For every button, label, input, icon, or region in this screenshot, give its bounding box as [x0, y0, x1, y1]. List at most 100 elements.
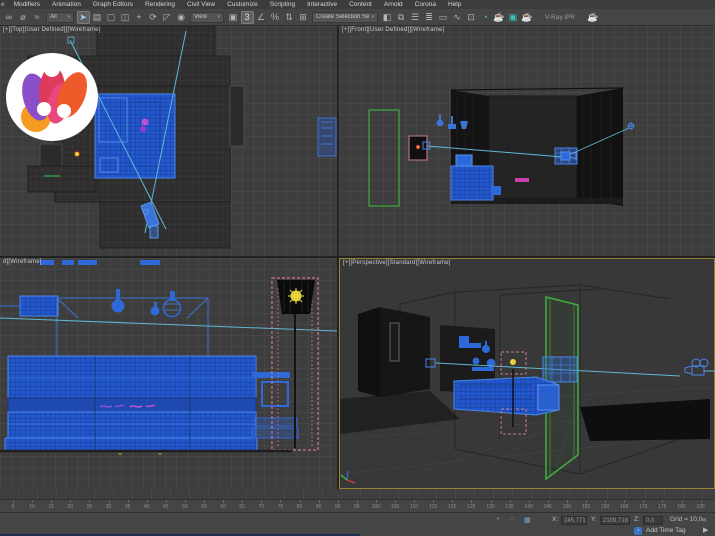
isolate-selection-icon[interactable]: + — [496, 516, 500, 523]
trackbar-tick[interactable]: 100 — [367, 501, 385, 510]
selection-lock-icon[interactable]: ○ — [510, 516, 514, 523]
named-selection-sets-dropdown[interactable]: Create Selection Se▾ — [312, 12, 378, 23]
trackbar-tick[interactable]: 45 — [157, 501, 175, 510]
selection-filter-dropdown[interactable]: All▾ — [46, 12, 74, 23]
snaps-toggle-icon[interactable]: 3 — [241, 11, 254, 24]
trackbar-tick[interactable]: 65 — [233, 501, 251, 510]
trackbar-tick[interactable]: 165 — [615, 501, 633, 510]
tv-screen-perspective[interactable] — [543, 357, 577, 382]
menu-modifiers[interactable]: Modifiers — [8, 0, 46, 9]
bottles-left-view[interactable] — [112, 289, 181, 317]
rectangular-selection-region-icon[interactable]: ▢ — [105, 11, 118, 24]
toggle-ribbon-icon[interactable]: ▭ — [437, 11, 450, 24]
time-slider[interactable] — [0, 489, 715, 500]
angle-snap-icon[interactable]: ∠ — [255, 11, 268, 24]
selected-bar-top-view[interactable] — [95, 94, 175, 178]
trackbar-tick[interactable]: 125 — [462, 501, 480, 510]
percent-snap-icon[interactable]: % — [269, 11, 282, 24]
reference-coordinate-dropdown[interactable]: View▾ — [190, 12, 224, 23]
trackbar-tick[interactable]: 120 — [443, 501, 461, 510]
bind-to-space-warp-icon[interactable]: ≈ — [31, 11, 44, 24]
vray-ipr-button[interactable]: V-Ray iPR — [540, 14, 580, 21]
select-and-move-icon[interactable]: + — [133, 11, 146, 24]
trackbar-tick[interactable]: 155 — [577, 501, 595, 510]
edit-named-selection-sets-icon[interactable]: ⊞ — [297, 11, 310, 24]
trackbar-tick[interactable]: 25 — [80, 501, 98, 510]
viewport-perspective[interactable]: [+][Perspective][Standard][Wireframe] — [339, 258, 715, 489]
trackbar-tick[interactable]: 110 — [405, 501, 423, 510]
trackbar-tick[interactable]: 75 — [271, 501, 289, 510]
trackbar-tick[interactable]: 105 — [386, 501, 404, 510]
trackbar-tick[interactable]: 10 — [23, 501, 41, 510]
trackbar-tick[interactable]: 85 — [310, 501, 328, 510]
trackbar-tick[interactable]: 5 — [4, 501, 22, 510]
trackbar-tick[interactable]: 15 — [42, 501, 60, 510]
camera-perspective[interactable] — [685, 359, 714, 375]
menu-scripting[interactable]: Scripting — [264, 0, 301, 9]
viewport-perspective-label[interactable]: [+][Perspective][Standard][Wireframe] — [343, 260, 451, 266]
trackbar-tick[interactable]: 115 — [424, 501, 442, 510]
trackbar-tick[interactable]: 160 — [596, 501, 614, 510]
trackbar-tick[interactable]: 140 — [520, 501, 538, 510]
trackbar-tick[interactable]: 180 — [673, 501, 691, 510]
trackbar-tick[interactable]: 50 — [176, 501, 194, 510]
select-and-scale-icon[interactable]: ◸ — [161, 11, 174, 24]
go-to-start-icon[interactable]: « — [702, 515, 706, 524]
light-portal-front[interactable] — [369, 110, 399, 206]
schematic-view-icon[interactable]: ⊡ — [465, 11, 478, 24]
spinner-snap-icon[interactable]: ⇅ — [283, 11, 296, 24]
menu-interactive[interactable]: Interactive — [301, 0, 343, 9]
trackbar-tick[interactable]: 35 — [119, 501, 137, 510]
use-pivot-center-icon[interactable]: ▣ — [227, 11, 240, 24]
trackbar-tick[interactable]: 135 — [501, 501, 519, 510]
viewport-front[interactable]: [+][Front][User Defined]][Wireframe] — [339, 26, 715, 256]
trackbar-tick[interactable]: 80 — [291, 501, 309, 510]
mirror-icon[interactable]: ◧ — [381, 11, 394, 24]
menu-arnold[interactable]: Arnold — [378, 0, 409, 9]
neon-sign-front[interactable] — [515, 178, 529, 182]
menu-e[interactable]: e — [0, 0, 8, 9]
toggle-layer-explorer-icon[interactable]: ≣ — [423, 11, 436, 24]
select-and-rotate-icon[interactable]: ⟳ — [147, 11, 160, 24]
menu-civil-view[interactable]: Civil View — [181, 0, 221, 9]
trackbar-tick[interactable]: 175 — [653, 501, 671, 510]
material-editor-icon[interactable]: ◔ — [479, 11, 492, 24]
menu-animation[interactable]: Animation — [46, 0, 87, 9]
menu-content[interactable]: Content — [343, 0, 378, 9]
render-last-icon[interactable]: ☕ — [586, 11, 599, 24]
trackbar-tick[interactable]: 185 — [692, 501, 710, 510]
add-time-tag-button[interactable]: Add Time Tag — [646, 527, 686, 534]
toggle-scene-explorer-icon[interactable]: ☰ — [409, 11, 422, 24]
play-animation-icon[interactable]: ▶ — [703, 526, 708, 534]
select-object-icon[interactable]: ➤ — [77, 11, 90, 24]
coord-x-field[interactable]: 245,771 — [561, 516, 587, 525]
viewport-left-label[interactable]: d][Wireframe] — [3, 259, 42, 265]
render-setup-icon[interactable]: ☕ — [493, 11, 506, 24]
viewport-front-label[interactable]: [+][Front][User Defined]][Wireframe] — [342, 27, 444, 33]
trackbar-tick[interactable]: 55 — [195, 501, 213, 510]
select-and-link-icon[interactable]: ∞ — [3, 11, 16, 24]
absolute-offset-mode-icon[interactable]: ▦ — [524, 516, 531, 524]
align-icon[interactable]: ⧉ — [395, 11, 408, 24]
shelf-top-view[interactable] — [318, 118, 336, 156]
frame-structure-left-view[interactable] — [57, 298, 208, 358]
coord-y-field[interactable]: 2109,718 — [600, 516, 630, 525]
menu-help[interactable]: Help — [442, 0, 467, 9]
trackbar-tick[interactable]: 30 — [100, 501, 118, 510]
select-by-name-icon[interactable]: ▤ — [91, 11, 104, 24]
trackbar-tick[interactable]: 95 — [348, 501, 366, 510]
render-production-icon[interactable]: ☕ — [521, 11, 534, 24]
rendered-frame-window-icon[interactable]: ▣ — [507, 11, 520, 24]
time-tag-icon[interactable]: ◔ — [634, 527, 642, 535]
unlink-selection-icon[interactable]: ⌀ — [17, 11, 30, 24]
trackbar-ticks[interactable]: 5101520253035404550556065707580859095100… — [0, 500, 715, 512]
curve-editor-icon[interactable]: ∿ — [451, 11, 464, 24]
select-and-place-icon[interactable]: ◉ — [175, 11, 188, 24]
menu-graph-editors[interactable]: Graph Editors — [87, 0, 139, 9]
trackbar-tick[interactable]: 150 — [558, 501, 576, 510]
viewport-top-label[interactable]: [+][Top][User Defined]][Wireframe] — [3, 27, 101, 33]
trackbar-tick[interactable]: 145 — [539, 501, 557, 510]
bar-counter-left-view[interactable] — [5, 356, 298, 451]
lamp-light-front[interactable] — [409, 136, 427, 160]
trackbar-tick[interactable]: 90 — [329, 501, 347, 510]
